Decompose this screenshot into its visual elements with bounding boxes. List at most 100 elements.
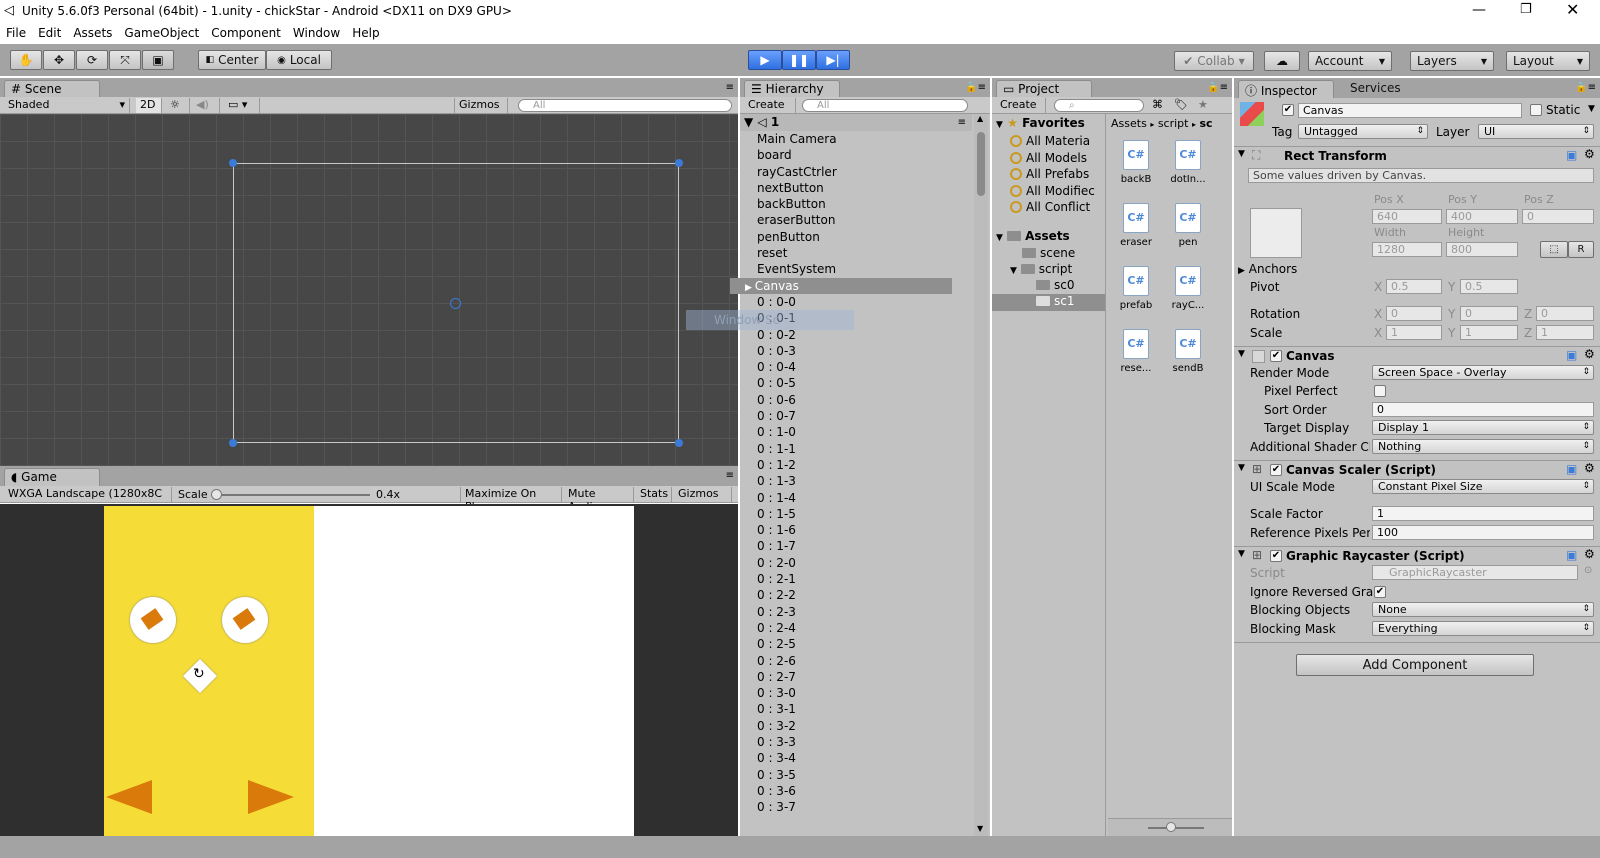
mode-2d-toggle[interactable]: 2D [136,98,162,113]
height-field[interactable]: 800 [1446,242,1518,257]
hierarchy-search-input[interactable]: All [802,99,968,112]
rect-tool-button[interactable]: ▣ [142,50,174,70]
assets-header[interactable]: ▼ Assets [996,229,1070,243]
tag-dropdown[interactable]: Untagged [1298,124,1428,139]
maximize-on-play-toggle[interactable]: Maximize On Play [460,487,562,513]
lighting-toggle[interactable]: ☼ [166,98,190,113]
object-name-field[interactable]: Canvas [1298,103,1522,118]
hierarchy-item[interactable]: rayCastCtrler [730,164,952,180]
hierarchy-child-item[interactable]: 0 : 3-1 [730,701,952,717]
component-enabled-checkbox[interactable]: ✔ [1270,464,1282,476]
rect-handle[interactable] [229,439,237,447]
hierarchy-child-item[interactable]: 0 : 0-7 [730,408,952,424]
tab-project[interactable]: ▭ Project [996,80,1092,98]
menu-gameobject[interactable]: GameObject [118,24,205,42]
script-asset[interactable]: C# eraser [1116,203,1156,255]
hierarchy-item[interactable]: penButton [730,229,952,245]
project-create-dropdown[interactable]: Create ▾ [996,98,1046,124]
hierarchy-child-item[interactable]: 0 : 0-3 [730,343,952,359]
lock-icon[interactable]: 🔒≡ [1575,82,1596,93]
hierarchy-child-item[interactable]: 0 : 1-2 [730,457,952,473]
pivot-handle[interactable] [450,298,461,309]
hierarchy-child-item[interactable]: 0 : 2-3 [730,604,952,620]
pos-x-field[interactable]: 640 [1372,209,1442,224]
chevron-down-icon[interactable]: ▼ [1588,104,1595,114]
breadcrumb-item[interactable]: Assets [1111,117,1147,130]
script-asset[interactable]: C# dotIn... [1168,140,1208,192]
ui-scale-mode-dropdown[interactable]: Constant Pixel Size [1372,479,1594,494]
scale-y-field[interactable]: 1 [1460,325,1518,340]
hierarchy-child-item[interactable]: 0 : 2-5 [730,636,952,652]
blocking-objects-dropdown[interactable]: None [1372,602,1594,617]
close-icon[interactable]: ✕ [1566,0,1579,19]
menu-file[interactable]: File [0,24,32,42]
script-asset[interactable]: C# pen [1168,203,1208,255]
blueprint-mode-button[interactable]: ⬚ [1540,241,1568,258]
shading-mode-dropdown[interactable]: Shaded ▾ [4,98,130,113]
restore-icon[interactable]: ❐ [1520,2,1532,17]
icon-size-thumb[interactable] [1166,822,1176,832]
tab-hierarchy[interactable]: ☰ Hierarchy [744,80,840,98]
rect-transform-header[interactable]: ▼ ⛶ Rect Transform ▣ ⚙ [1234,146,1600,166]
hierarchy-item[interactable]: eraserButton [730,212,952,228]
favorite-item[interactable]: All Conflict [1010,200,1090,214]
scene-gizmos-dropdown[interactable]: Gizmos ▾ [454,98,508,124]
hierarchy-child-item[interactable]: 0 : 3-5 [730,767,952,783]
hierarchy-child-item[interactable]: 0 : 1-1 [730,441,952,457]
tab-services[interactable]: Services [1344,80,1424,98]
menu-edit[interactable]: Edit [32,24,67,42]
hierarchy-child-item[interactable]: 0 : 1-6 [730,522,952,538]
hierarchy-child-item[interactable]: 0 : 0-0 [730,294,952,310]
pen-button[interactable] [222,597,268,643]
hierarchy-item[interactable]: ▶ Canvas [730,277,952,294]
menu-assets[interactable]: Assets [67,24,118,42]
hierarchy-child-item[interactable]: 0 : 2-7 [730,669,952,685]
hierarchy-child-item[interactable]: 0 : 1-4 [730,490,952,506]
hierarchy-item[interactable]: nextButton [730,180,952,196]
breadcrumb-item[interactable]: sc [1200,117,1213,130]
rect-handle[interactable] [675,159,683,167]
menu-icon[interactable]: ≡ [958,114,966,131]
canvas-scaler-header[interactable]: ▼ ⊞ ✔ Canvas Scaler (Script) ▣ ⚙ [1234,460,1600,480]
hand-tool-button[interactable]: ✋ [10,50,42,70]
hierarchy-child-item[interactable]: 0 : 0-5 [730,375,952,391]
hierarchy-child-item[interactable]: 0 : 2-6 [730,653,952,669]
script-asset[interactable]: C# sendB [1168,329,1208,381]
script-asset[interactable]: C# rese... [1116,329,1156,381]
scale-tool-button[interactable]: ⤧ [109,50,141,70]
hierarchy-item[interactable]: EventSystem [730,261,952,277]
stats-toggle[interactable]: Stats [636,487,672,502]
width-field[interactable]: 1280 [1372,242,1442,257]
hierarchy-child-item[interactable]: 0 : 1-5 [730,506,952,522]
tab-scene[interactable]: # Scene [4,80,100,98]
help-icon[interactable]: ▣ [1566,462,1577,476]
active-checkbox[interactable]: ✔ [1282,104,1294,116]
layer-dropdown[interactable]: UI [1478,124,1594,139]
rotation-z-field[interactable]: 0 [1536,306,1594,321]
rotate-tool-button[interactable]: ⟳ [76,50,108,70]
layout-dropdown[interactable]: Layout ▼ [1506,51,1590,71]
anchors-foldout[interactable]: ▶ Anchors [1238,262,1297,276]
step-button[interactable]: ▶| [816,50,850,70]
hierarchy-child-item[interactable]: 0 : 2-4 [730,620,952,636]
scene-search-input[interactable]: All [518,99,732,112]
hierarchy-item[interactable]: Main Camera [730,131,952,147]
help-icon[interactable]: ▣ [1566,348,1577,362]
pos-y-field[interactable]: 400 [1446,209,1518,224]
folder-sc0[interactable]: sc0 [1036,278,1074,292]
raw-edit-button[interactable]: R [1568,241,1594,258]
minimize-icon[interactable]: — [1472,2,1486,18]
hierarchy-create-dropdown[interactable]: Create ▾ [744,98,796,124]
cloud-button[interactable]: ☁ [1264,51,1300,71]
eraser-button[interactable] [130,597,176,643]
menu-window[interactable]: Window [287,24,346,42]
tab-inspector[interactable]: ⓘ Inspector [1238,80,1334,98]
rotation-x-field[interactable]: 0 [1386,306,1442,321]
project-search-input[interactable]: ⌕ [1054,99,1144,112]
favorite-item[interactable]: All Prefabs [1010,167,1089,181]
pivot-center-button[interactable]: ◧ Center [198,50,266,70]
back-arrow-button[interactable] [106,780,152,814]
hierarchy-child-item[interactable]: 0 : 3-3 [730,734,952,750]
hierarchy-item[interactable]: board [730,147,952,163]
effects-dropdown[interactable]: ▭ ▾ [224,98,260,113]
